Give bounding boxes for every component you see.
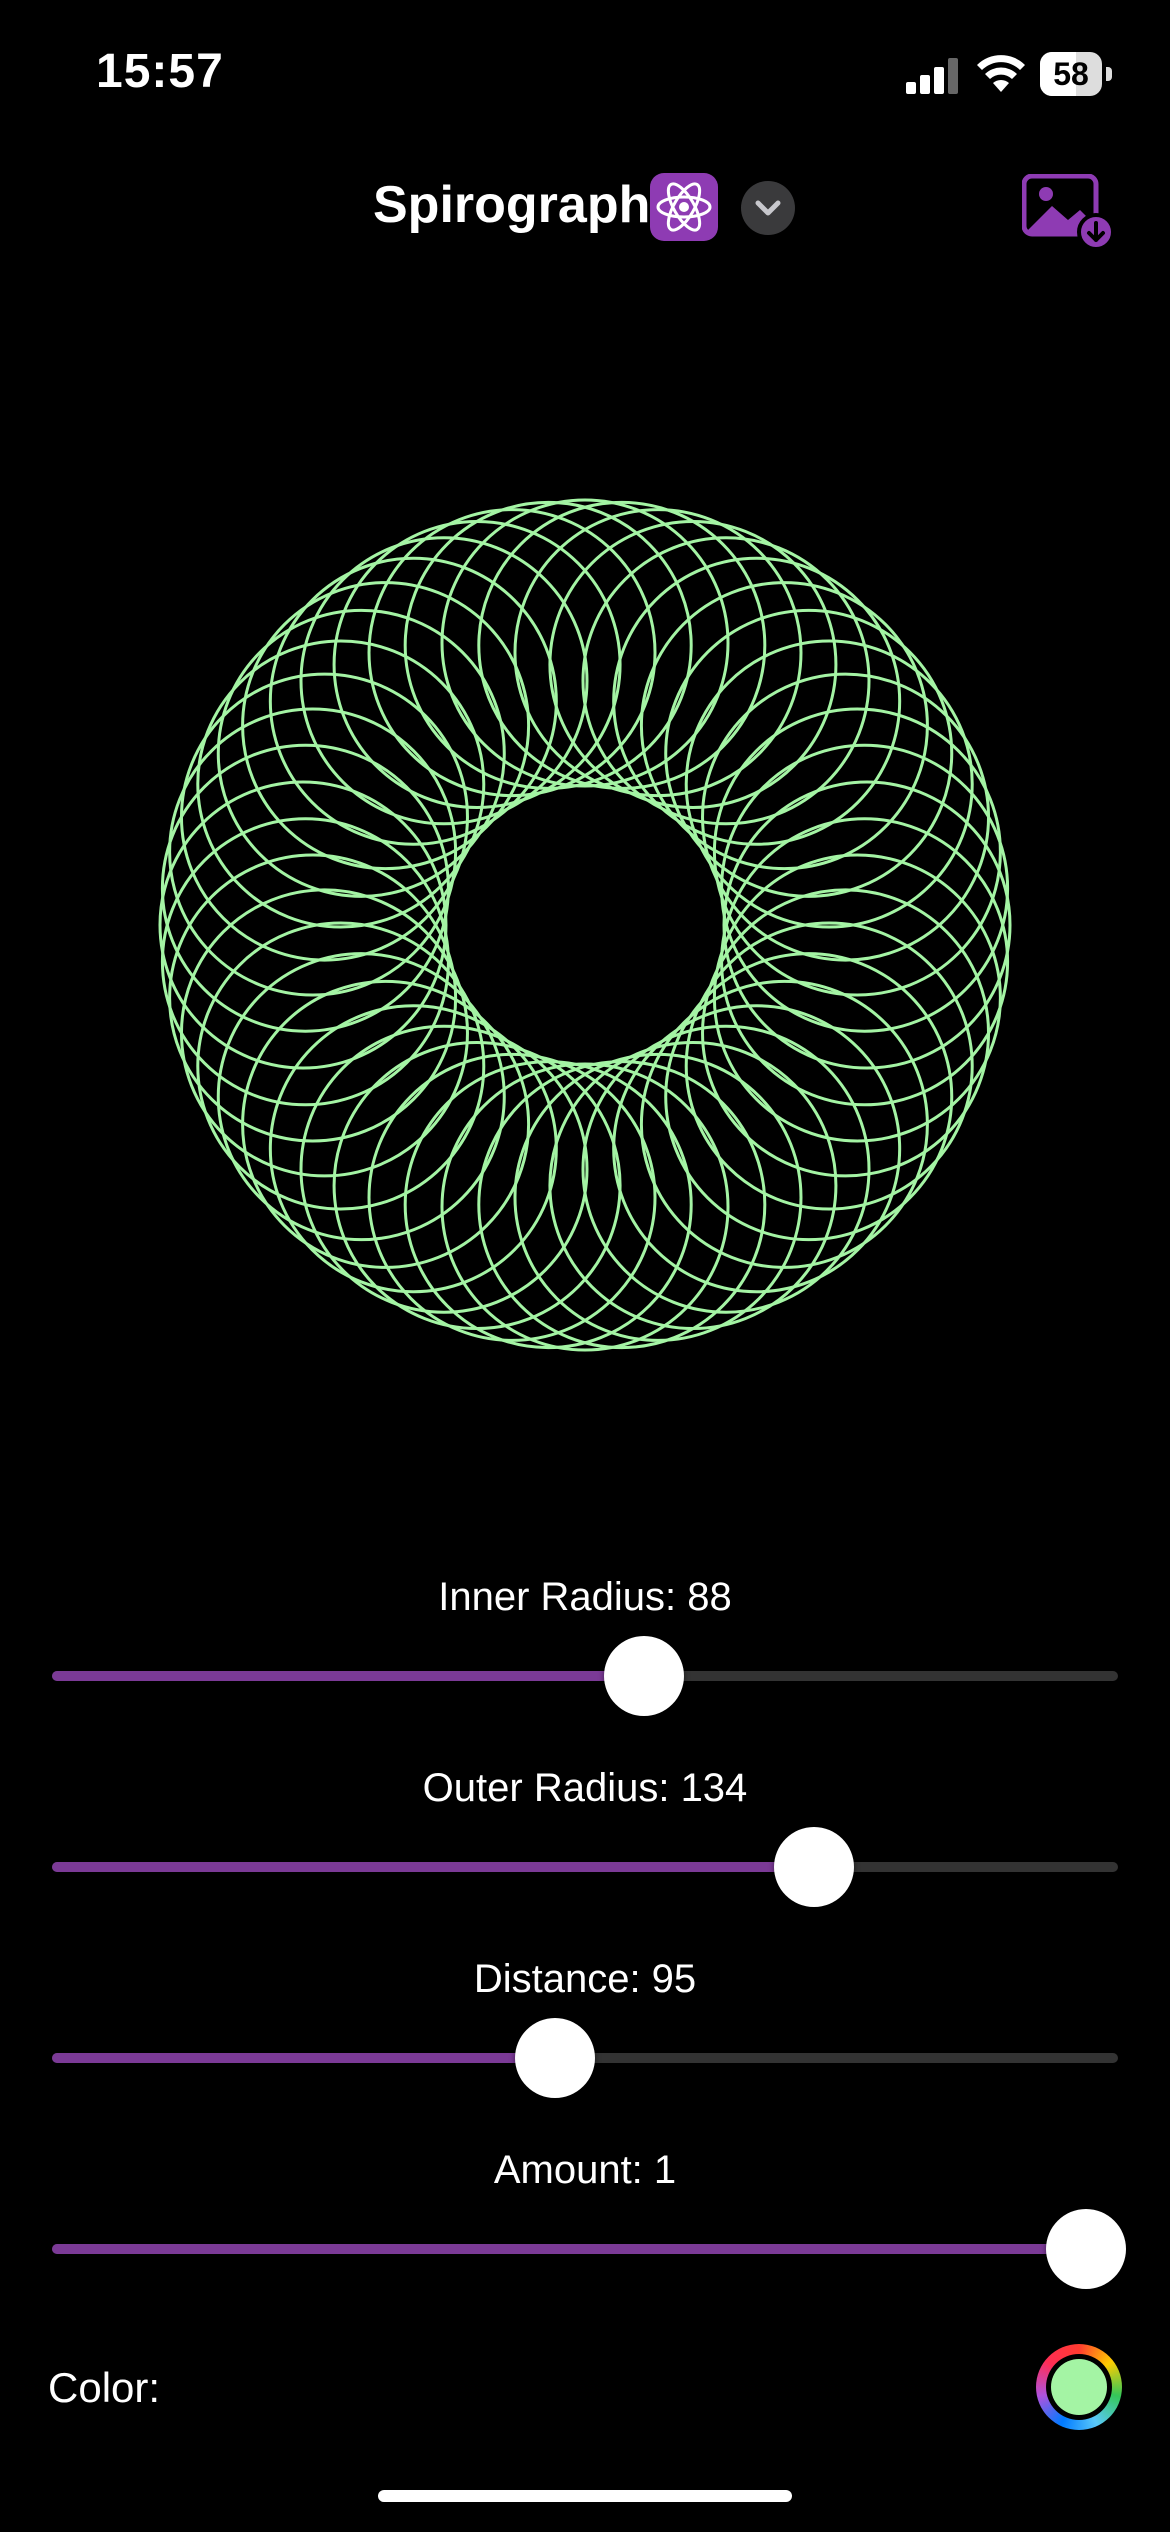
spirograph-loop: [196, 639, 486, 929]
slider-track[interactable]: [52, 2209, 1126, 2289]
slider-fill: [52, 2244, 1118, 2254]
spirograph-loop: [581, 536, 871, 826]
slider-fill: [52, 1671, 644, 1681]
color-picker-button[interactable]: [1036, 2344, 1122, 2430]
slider-label: Distance: 95: [473, 1957, 697, 2001]
spirograph-loop: [548, 1041, 838, 1331]
slider-thumb[interactable]: [603, 1636, 684, 1716]
spirograph-loop: [299, 1024, 589, 1314]
title-menu-button[interactable]: [741, 181, 795, 235]
slider-thumb[interactable]: [1046, 2209, 1126, 2289]
slider-thumb[interactable]: [515, 2018, 596, 2098]
atom-icon: [650, 173, 718, 241]
slider-thumb[interactable]: [774, 1827, 855, 1907]
battery-level: 58: [1053, 56, 1089, 92]
page-title[interactable]: Spirograph: [373, 175, 650, 235]
spirograph-loop: [332, 519, 622, 809]
spirograph-loop: [684, 921, 974, 1211]
chevron-down-icon: [755, 200, 781, 216]
status-time: 15:57: [96, 45, 224, 98]
slider-label: Outer Radius: 134: [422, 1766, 748, 1810]
slider-label: Amount: 1: [493, 2148, 677, 2192]
slider-track[interactable]: [52, 1827, 1118, 1907]
photo-download-icon[interactable]: [1022, 174, 1114, 250]
spirograph-canvas: [158, 498, 1012, 1352]
slider-track[interactable]: [52, 2018, 1118, 2098]
cellular-signal-icon: [906, 58, 958, 94]
home-indicator: [378, 2490, 792, 2502]
slider-label: Inner Radius: 88: [438, 1575, 732, 1619]
spirograph-loop: [701, 672, 991, 962]
wifi-icon: [977, 55, 1025, 92]
spirograph-loop: [179, 888, 469, 1178]
spirograph-loop: [684, 639, 974, 929]
battery-icon: 58: [1040, 52, 1112, 96]
selected-color-swatch: [1051, 2359, 1107, 2415]
color-label: Color:: [48, 2364, 161, 2411]
slider-track[interactable]: [52, 1636, 1118, 1716]
slider-fill: [52, 1862, 815, 1872]
slider-fill: [52, 2053, 556, 2063]
